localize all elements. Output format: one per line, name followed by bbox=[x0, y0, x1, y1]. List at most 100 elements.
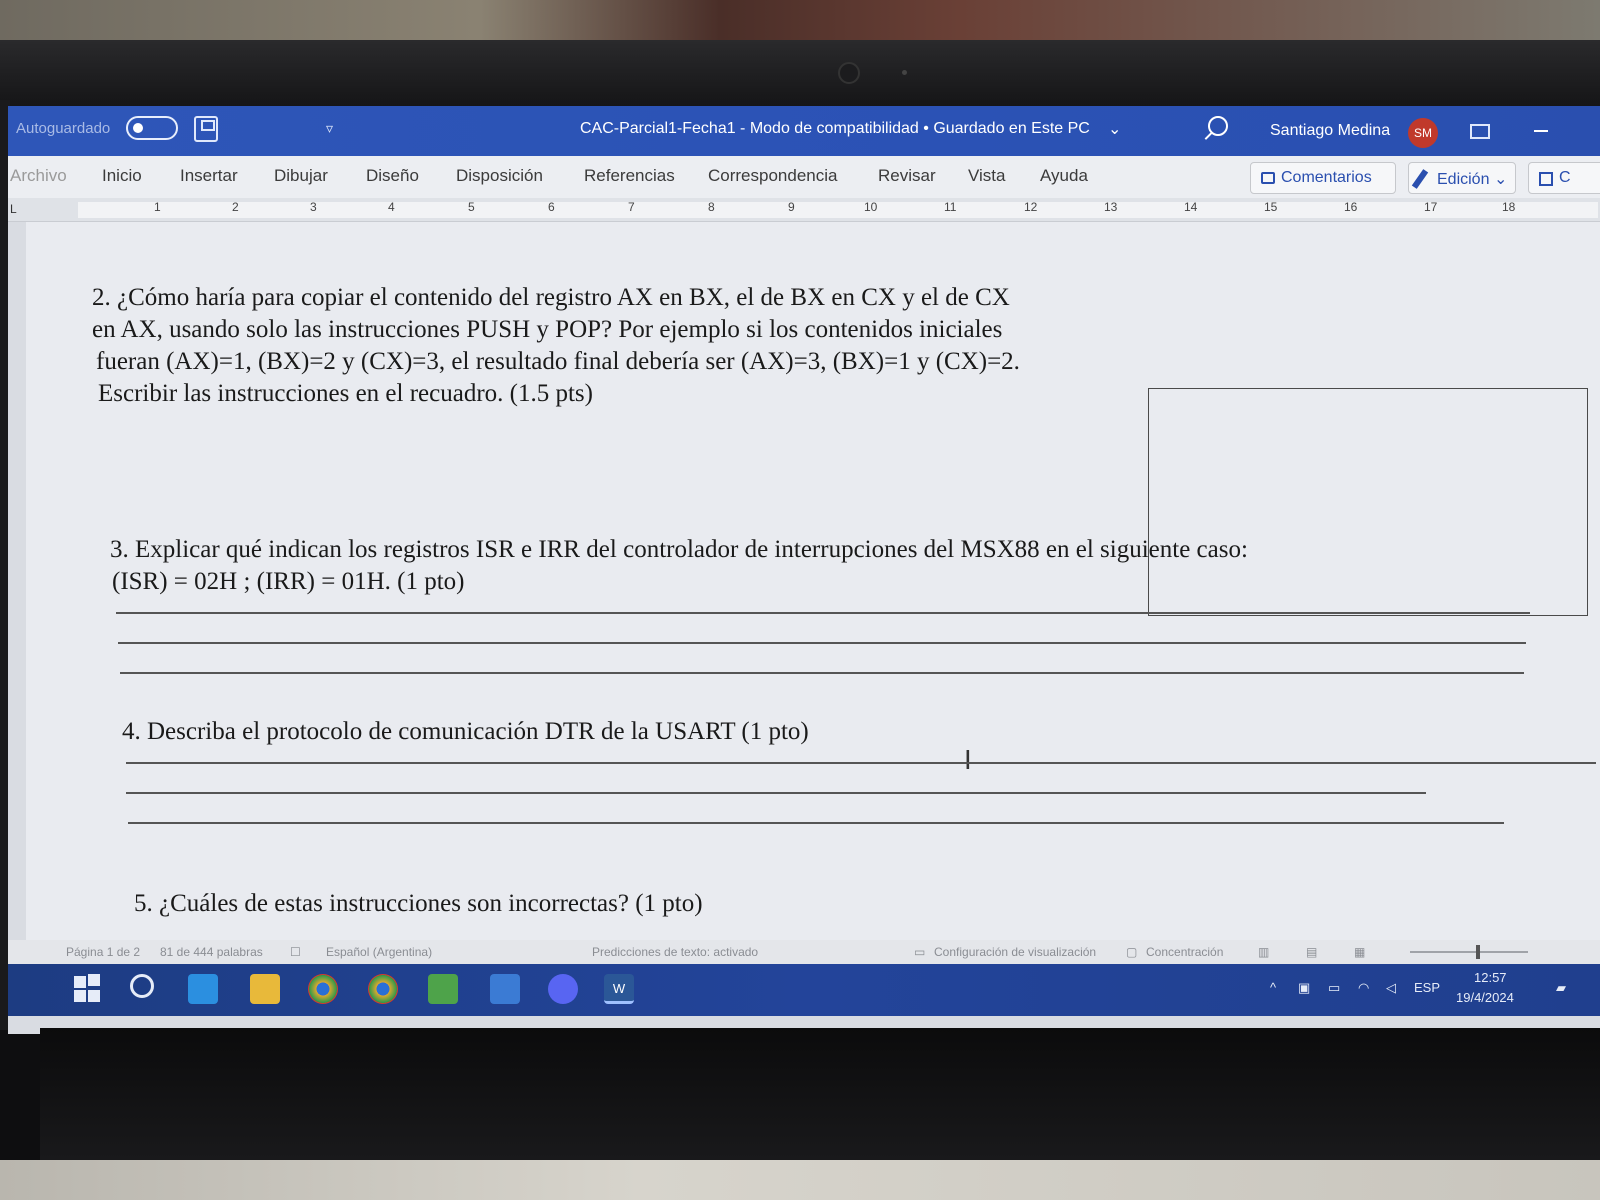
tab-insertar[interactable]: Insertar bbox=[180, 166, 238, 186]
app-icon[interactable] bbox=[490, 974, 520, 1004]
proofing-icon[interactable]: ☐ bbox=[290, 945, 301, 959]
ruler-number: 8 bbox=[708, 200, 715, 214]
editing-label: Edición bbox=[1437, 171, 1490, 188]
question-2-line-3[interactable]: fueran (AX)=1, (BX)=2 y (CX)=3, el resul… bbox=[96, 346, 1020, 378]
show-hidden-icons-icon[interactable]: ^ bbox=[1270, 980, 1276, 995]
ruler-number: 1 bbox=[154, 200, 161, 214]
comments-button[interactable]: Comentarios bbox=[1250, 162, 1396, 194]
tab-inicio[interactable]: Inicio bbox=[102, 166, 142, 186]
vscode-icon[interactable] bbox=[188, 974, 218, 1004]
battery-icon[interactable]: ▭ bbox=[1328, 980, 1340, 996]
ruler-number: 18 bbox=[1502, 200, 1516, 214]
laptop-bezel-top bbox=[0, 40, 1600, 106]
clock-time[interactable]: 12:57 bbox=[1474, 970, 1507, 985]
answer-line[interactable] bbox=[126, 792, 1426, 794]
share-button[interactable]: C bbox=[1528, 162, 1600, 194]
laptop-bezel-bottom bbox=[40, 1028, 1600, 1168]
focus-mode-button[interactable]: Concentración bbox=[1146, 945, 1223, 959]
webcam-indicator bbox=[902, 70, 907, 75]
ruler-number: 2 bbox=[232, 200, 239, 214]
chrome-icon[interactable] bbox=[368, 974, 398, 1004]
tab-disposicion[interactable]: Disposición bbox=[456, 166, 543, 186]
notepad-icon[interactable] bbox=[428, 974, 458, 1004]
discord-icon[interactable] bbox=[548, 974, 578, 1004]
minimize-icon[interactable] bbox=[1534, 130, 1548, 132]
share-label: C bbox=[1559, 169, 1571, 186]
question-2-line-1[interactable]: 2. ¿Cómo haría para copiar el contenido … bbox=[92, 282, 1010, 314]
avatar[interactable]: SM bbox=[1408, 118, 1438, 148]
status-bar: Página 1 de 2 81 de 444 palabras ☐ Españ… bbox=[8, 940, 1600, 964]
tab-selector[interactable]: L bbox=[10, 202, 17, 216]
notifications-icon[interactable]: ▰ bbox=[1556, 980, 1566, 996]
ruler-number: 11 bbox=[944, 200, 957, 214]
display-settings-button[interactable]: Configuración de visualización bbox=[934, 945, 1096, 959]
network-icon[interactable]: ▣ bbox=[1298, 980, 1310, 996]
zoom-slider[interactable] bbox=[1410, 945, 1528, 959]
input-language[interactable]: ESP bbox=[1414, 980, 1440, 995]
file-explorer-icon[interactable] bbox=[250, 974, 280, 1004]
question-5[interactable]: 5. ¿Cuáles de estas instrucciones son in… bbox=[134, 888, 703, 920]
autosave-label: Autoguardado bbox=[16, 120, 111, 137]
windows-start-icon[interactable] bbox=[74, 974, 104, 1004]
search-icon[interactable] bbox=[130, 974, 154, 998]
ruler-number: 4 bbox=[388, 200, 395, 214]
question-4[interactable]: 4. Describa el protocolo de comunicación… bbox=[122, 716, 809, 748]
background-scene bbox=[0, 0, 1600, 44]
answer-line[interactable] bbox=[116, 612, 1530, 614]
zoom-slider-thumb[interactable] bbox=[1476, 945, 1480, 959]
webcam-icon bbox=[838, 62, 860, 84]
ruler-number: 13 bbox=[1104, 200, 1118, 214]
user-name[interactable]: Santiago Medina bbox=[1270, 122, 1390, 140]
answer-box[interactable] bbox=[1148, 388, 1588, 616]
tab-revisar[interactable]: Revisar bbox=[878, 166, 936, 186]
text-predictions-status[interactable]: Predicciones de texto: activado bbox=[592, 945, 758, 959]
customize-quick-access-icon[interactable]: ▿ bbox=[326, 120, 333, 137]
taskbar: W ^ ▣ ▭ ◠ ◁ ESP 12:57 19/4/2024 ▰ bbox=[8, 964, 1600, 1016]
question-2-line-2[interactable]: en AX, usando solo las instrucciones PUS… bbox=[92, 314, 1002, 346]
tab-referencias[interactable]: Referencias bbox=[584, 166, 675, 186]
volume-icon[interactable]: ◁ bbox=[1386, 980, 1396, 996]
focus-icon: ▢ bbox=[1126, 945, 1138, 959]
chrome-icon[interactable] bbox=[308, 974, 338, 1004]
autosave-toggle[interactable] bbox=[126, 116, 178, 140]
comments-label: Comentarios bbox=[1281, 169, 1372, 186]
word-count[interactable]: 81 de 444 palabras bbox=[160, 945, 263, 959]
ruler-number: 17 bbox=[1424, 200, 1438, 214]
wifi-icon[interactable]: ◠ bbox=[1358, 980, 1369, 996]
tab-diseno[interactable]: Diseño bbox=[366, 166, 419, 186]
display-settings-icon: ▭ bbox=[914, 945, 926, 959]
save-icon[interactable] bbox=[194, 116, 218, 142]
ribbon-display-options-icon[interactable] bbox=[1470, 124, 1490, 139]
tab-vista[interactable]: Vista bbox=[968, 166, 1006, 186]
read-mode-icon[interactable]: ▥ bbox=[1258, 945, 1269, 959]
tab-dibujar[interactable]: Dibujar bbox=[274, 166, 328, 186]
question-3-line-1[interactable]: 3. Explicar qué indican los registros IS… bbox=[110, 534, 1248, 566]
answer-line[interactable] bbox=[118, 642, 1526, 644]
document-page[interactable]: 2. ¿Cómo haría para copiar el contenido … bbox=[26, 222, 1600, 940]
language-status[interactable]: Español (Argentina) bbox=[326, 945, 432, 959]
search-icon[interactable] bbox=[1208, 116, 1228, 136]
page-count[interactable]: Página 1 de 2 bbox=[66, 945, 140, 959]
document-title[interactable]: CAC-Parcial1-Fecha1 - Modo de compatibil… bbox=[580, 120, 1090, 138]
editing-mode-button[interactable]: Edición ⌄ bbox=[1408, 162, 1516, 194]
question-2-line-4[interactable]: Escribir las instrucciones en el recuadr… bbox=[98, 378, 593, 410]
horizontal-ruler[interactable]: L 1 2 3 4 5 6 7 8 9 10 11 12 13 14 15 16… bbox=[8, 198, 1600, 222]
print-layout-icon[interactable]: ▤ bbox=[1306, 945, 1317, 959]
web-layout-icon[interactable]: ▦ bbox=[1354, 945, 1365, 959]
ruler-number: 15 bbox=[1264, 200, 1278, 214]
answer-line[interactable] bbox=[126, 762, 1596, 764]
tab-archivo[interactable]: Archivo bbox=[10, 166, 67, 186]
ruler-number: 5 bbox=[468, 200, 475, 214]
question-3-line-2[interactable]: (ISR) = 02H ; (IRR) = 01H. (1 pto) bbox=[112, 566, 464, 598]
word-icon[interactable]: W bbox=[604, 974, 634, 1004]
answer-line[interactable] bbox=[120, 672, 1524, 674]
chevron-down-icon[interactable]: ⌄ bbox=[1108, 119, 1121, 139]
clock-date[interactable]: 19/4/2024 bbox=[1456, 990, 1514, 1005]
tab-correspondencia[interactable]: Correspondencia bbox=[708, 166, 837, 186]
ruler-strip bbox=[78, 202, 1598, 218]
tab-ayuda[interactable]: Ayuda bbox=[1040, 166, 1088, 186]
ruler-number: 12 bbox=[1024, 200, 1038, 214]
answer-line[interactable] bbox=[128, 822, 1504, 824]
ruler-number: 7 bbox=[628, 200, 635, 214]
chevron-down-icon: ⌄ bbox=[1493, 171, 1508, 188]
